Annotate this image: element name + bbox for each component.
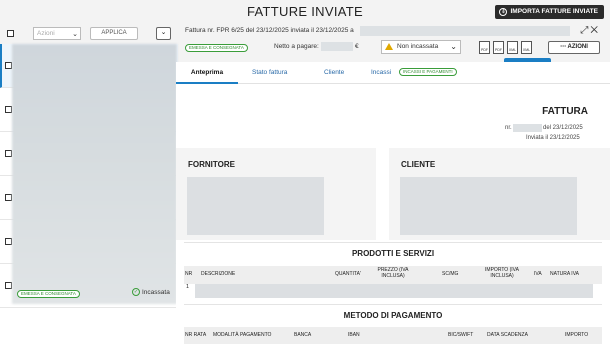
- payment-status-label: Incassata: [142, 288, 170, 296]
- table-row: 1: [184, 280, 602, 300]
- column-header: PREZZO (IVA INCLUSA): [377, 267, 409, 279]
- tab-invoice-status[interactable]: Stato fattura: [252, 62, 287, 84]
- import-icon: ⇩: [499, 8, 508, 16]
- apply-button[interactable]: APPLICA: [90, 27, 138, 40]
- document-title: FATTURA: [542, 106, 588, 117]
- payment-table-header: NR RATA MODALITÀ PAGAMENTO BANCA IBAN BI…: [184, 327, 602, 344]
- app-window: FATTURE INVIATE ⇩ IMPORTA FATTURE INVIAT…: [0, 0, 610, 344]
- row-checkbox[interactable]: [5, 106, 12, 113]
- row-checkbox[interactable]: [5, 62, 12, 69]
- row-checkbox[interactable]: [5, 238, 12, 245]
- import-label: IMPORTA FATTURE INVIATE: [510, 8, 598, 15]
- tab-bar: Anteprima Stato fattura Cliente Incassi …: [176, 62, 610, 84]
- xml-icon[interactable]: XML: [507, 41, 518, 54]
- column-header: BIC/SWIFT: [448, 332, 474, 338]
- chevron-down-icon: ⌄: [450, 42, 457, 51]
- invoice-date: del 23/12/2025: [543, 125, 583, 131]
- client-section: CLIENTE: [389, 148, 610, 240]
- column-header: IVA: [534, 271, 542, 277]
- divider: [184, 242, 602, 243]
- divider: [184, 304, 602, 305]
- invoice-list: EMESSA E CONSEGNATA ✓ Incassata: [0, 44, 178, 344]
- payment-status-select[interactable]: Non incassata ⌄: [381, 40, 461, 54]
- chevron-down-icon: ⌄: [72, 31, 78, 38]
- column-header: NR: [185, 271, 193, 277]
- column-header: SC/MG: [442, 271, 459, 277]
- actions-placeholder: Azioni: [37, 30, 55, 37]
- status-badge: EMESSA E CONSEGNATA: [185, 44, 248, 52]
- redacted-net-amount: [321, 42, 353, 51]
- redacted-row-content: [195, 284, 593, 298]
- import-invoices-button[interactable]: ⇩ IMPORTA FATTURE INVIATE: [495, 5, 604, 19]
- collapse-button[interactable]: ⌄: [156, 27, 171, 40]
- client-title: CLIENTE: [401, 160, 436, 169]
- row-checkbox[interactable]: [5, 194, 12, 201]
- row-number: 1: [186, 284, 190, 290]
- column-header: NATURA IVA: [550, 271, 579, 277]
- invoice-header: Fattura nr. FPR 6/25 del 23/12/2025 invi…: [180, 24, 610, 62]
- status-badge: EMESSA E CONSEGNATA: [17, 290, 80, 298]
- supplier-section: FORNITORE: [176, 148, 376, 240]
- column-header: QUANTITA': [335, 271, 361, 277]
- column-header: DESCRIZIONE: [201, 271, 236, 277]
- column-header: IMPORTO: [565, 332, 589, 338]
- tab-collections[interactable]: Incassi: [371, 62, 391, 84]
- column-header: MODALITÀ PAGAMENTO: [213, 332, 272, 338]
- tab-client[interactable]: Cliente: [324, 62, 344, 84]
- redacted-supplier-details: [187, 177, 324, 235]
- currency-symbol: €: [355, 43, 359, 50]
- xml-icon[interactable]: XML: [521, 41, 532, 54]
- invoice-summary: Fattura nr. FPR 6/25 del 23/12/2025 invi…: [185, 27, 354, 34]
- payment-status-value: Non incassata: [397, 43, 439, 50]
- sent-date: Inviata il 23/12/2025: [526, 135, 580, 141]
- row-checkbox[interactable]: [5, 150, 12, 157]
- products-title: PRODOTTI E SERVIZI: [351, 249, 435, 258]
- redacted-client-details: [400, 177, 577, 235]
- tab-preview[interactable]: Anteprima: [176, 62, 238, 84]
- column-header: DATA SCADENZA: [487, 332, 528, 338]
- window-controls[interactable]: ⤢✕: [580, 25, 600, 36]
- column-header: IMPORTO (IVA INCLUSA): [485, 267, 519, 279]
- row-checkbox[interactable]: [5, 282, 12, 289]
- actions-select[interactable]: Azioni ⌄: [33, 27, 81, 40]
- pdf-icon[interactable]: PDF: [479, 41, 490, 54]
- supplier-title: FORNITORE: [188, 160, 235, 169]
- column-header: NR RATA: [185, 332, 207, 338]
- actions-button[interactable]: ⋯ AZIONI: [548, 41, 600, 54]
- select-all-checkbox[interactable]: [7, 30, 14, 37]
- pdf-icon[interactable]: PDF: [493, 41, 504, 54]
- list-toolbar: Azioni ⌄ APPLICA ⌄: [0, 24, 178, 44]
- collections-badge: INCASSI E PAGAMENTI: [399, 68, 457, 76]
- redacted-invoice-number: [513, 124, 542, 132]
- net-label: Netto a pagare:: [274, 43, 319, 50]
- more-icon: ⋯: [560, 44, 567, 50]
- actions-label: AZIONI: [567, 44, 588, 50]
- redacted-recipient: [360, 26, 570, 36]
- payment-status: ✓ Incassata: [132, 288, 170, 296]
- column-header: BANCA: [294, 332, 312, 338]
- warning-icon: [385, 43, 393, 50]
- redacted-list-content: [12, 44, 177, 304]
- invoice-preview: FATTURA nr. F del 23/12/2025 Inviata il …: [176, 84, 610, 344]
- payment-method-title: METODO DI PAGAMENTO: [343, 311, 443, 320]
- check-circle-icon: ✓: [132, 288, 140, 296]
- column-header: IBAN: [348, 332, 360, 338]
